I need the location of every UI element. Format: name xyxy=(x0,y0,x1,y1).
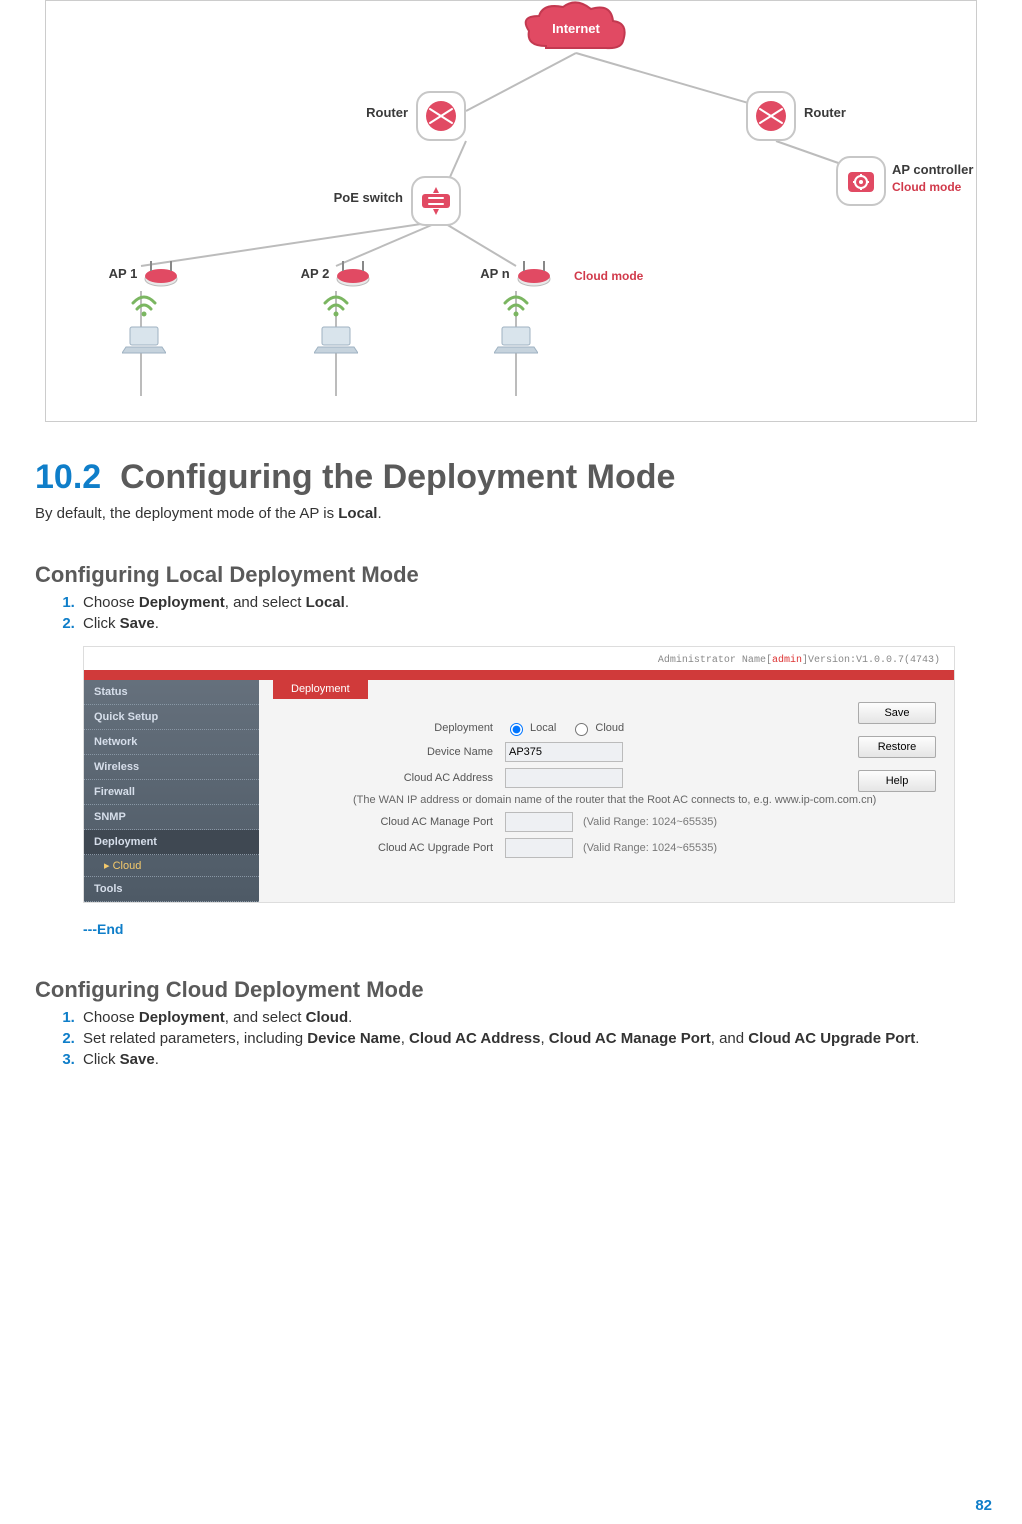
radio-local[interactable] xyxy=(510,723,523,736)
section-title: Configuring the Deployment Mode xyxy=(120,458,675,496)
apn-node: AP n xyxy=(466,259,566,355)
manage-port-label: Cloud AC Manage Port xyxy=(313,816,505,828)
cloud-mode-tag: Cloud mode xyxy=(574,269,643,283)
manage-port-input[interactable] xyxy=(505,812,573,832)
row-cloud-address: Cloud AC Address xyxy=(313,768,940,788)
cloud-step-2: Set related parameters, including Device… xyxy=(79,1030,987,1047)
sidebar-item-wireless[interactable]: Wireless xyxy=(84,755,259,780)
router-label: Router xyxy=(804,105,846,120)
ui-sidebar: Status Quick Setup Network Wireless Fire… xyxy=(84,680,259,902)
sidebar-item-quick-setup[interactable]: Quick Setup xyxy=(84,705,259,730)
poe-switch-label: PoE switch xyxy=(334,190,403,205)
sidebar-item-network[interactable]: Network xyxy=(84,730,259,755)
ui-main-panel: Deployment Save Restore Help Deployment … xyxy=(259,680,954,902)
cloud-mode-steps: Choose Deployment, and select Cloud. Set… xyxy=(57,1009,987,1068)
ui-buttons: Save Restore Help xyxy=(858,702,938,804)
cloud-icon: Internet xyxy=(521,1,631,61)
save-button[interactable]: Save xyxy=(858,702,936,724)
ap2-node: AP 2 xyxy=(286,259,386,355)
internet-node: Internet xyxy=(521,1,631,56)
ap-controller-label: AP controller xyxy=(892,162,973,177)
switch-icon xyxy=(411,176,461,226)
ap2-label: AP 2 xyxy=(301,266,330,281)
wifi-icon xyxy=(131,295,157,317)
laptop-icon xyxy=(122,325,166,355)
sidebar-item-deployment[interactable]: Deployment xyxy=(84,830,259,855)
cloud-address-label: Cloud AC Address xyxy=(313,772,505,784)
laptop-icon xyxy=(494,325,538,355)
local-step-1: Choose Deployment, and select Local. xyxy=(79,594,987,611)
sidebar-item-tools[interactable]: Tools xyxy=(84,877,259,902)
ui-red-bar xyxy=(84,670,954,680)
wifi-icon xyxy=(323,295,349,317)
cloud-address-note: (The WAN IP address or domain name of th… xyxy=(353,794,940,806)
ap-icon xyxy=(516,259,552,287)
local-step-2: Click Save. xyxy=(79,615,987,632)
wifi-icon xyxy=(503,295,529,317)
end-marker: ---End xyxy=(83,921,987,937)
page-number: 82 xyxy=(975,1497,992,1514)
deployment-tab[interactable]: Deployment xyxy=(273,679,368,699)
row-device-name: Device Name xyxy=(313,742,940,762)
row-upgrade-port: Cloud AC Upgrade Port (Valid Range: 1024… xyxy=(313,838,940,858)
ap1-label: AP 1 xyxy=(109,266,138,281)
sidebar-item-status[interactable]: Status xyxy=(84,680,259,705)
upgrade-port-input[interactable] xyxy=(505,838,573,858)
row-deployment: Deployment Local Cloud xyxy=(313,720,940,736)
sidebar-item-snmp[interactable]: SNMP xyxy=(84,805,259,830)
restore-button[interactable]: Restore xyxy=(858,736,936,758)
cloud-address-input[interactable] xyxy=(505,768,623,788)
ap-icon xyxy=(143,259,179,287)
apn-label: AP n xyxy=(480,266,509,281)
sidebar-subitem-cloud[interactable]: ▸ Cloud xyxy=(84,855,259,877)
router-node-right: Router xyxy=(746,91,796,141)
help-button[interactable]: Help xyxy=(858,770,936,792)
router-label: Router xyxy=(366,105,408,120)
ap1-node: AP 1 xyxy=(94,259,194,355)
section-heading: 10.2 Configuring the Deployment Mode xyxy=(35,458,987,497)
embedded-ui-screenshot: Administrator Name[admin]Version:V1.0.0.… xyxy=(83,646,955,903)
ap-controller-icon xyxy=(836,156,886,206)
router-icon xyxy=(416,91,466,141)
ap-icon xyxy=(335,259,371,287)
poe-switch-node: PoE switch xyxy=(411,176,461,226)
svg-text:Internet: Internet xyxy=(552,21,600,36)
intro-paragraph: By default, the deployment mode of the A… xyxy=(35,505,987,522)
cloud-mode-label: Cloud mode xyxy=(892,180,961,194)
ap-controller-node: AP controller Cloud mode xyxy=(836,156,886,206)
upgrade-port-label: Cloud AC Upgrade Port xyxy=(313,842,505,854)
row-manage-port: Cloud AC Manage Port (Valid Range: 1024~… xyxy=(313,812,940,832)
cloud-step-3: Click Save. xyxy=(79,1051,987,1068)
local-mode-heading: Configuring Local Deployment Mode xyxy=(35,562,987,588)
laptop-icon xyxy=(314,325,358,355)
local-mode-steps: Choose Deployment, and select Local. Cli… xyxy=(57,594,987,632)
router-icon xyxy=(746,91,796,141)
cloud-mode-heading: Configuring Cloud Deployment Mode xyxy=(35,977,987,1003)
sidebar-item-firewall[interactable]: Firewall xyxy=(84,780,259,805)
topology-figure: Internet Router Router PoE switch xyxy=(45,0,977,422)
deployment-label: Deployment xyxy=(313,722,505,734)
cloud-step-1: Choose Deployment, and select Cloud. xyxy=(79,1009,987,1026)
section-number: 10.2 xyxy=(35,458,101,496)
router-node-left: Router xyxy=(416,91,466,141)
radio-cloud[interactable] xyxy=(575,723,588,736)
device-name-input[interactable] xyxy=(505,742,623,762)
device-name-label: Device Name xyxy=(313,746,505,758)
topology-lines xyxy=(46,1,976,421)
ui-topbar: Administrator Name[admin]Version:V1.0.0.… xyxy=(84,647,954,670)
